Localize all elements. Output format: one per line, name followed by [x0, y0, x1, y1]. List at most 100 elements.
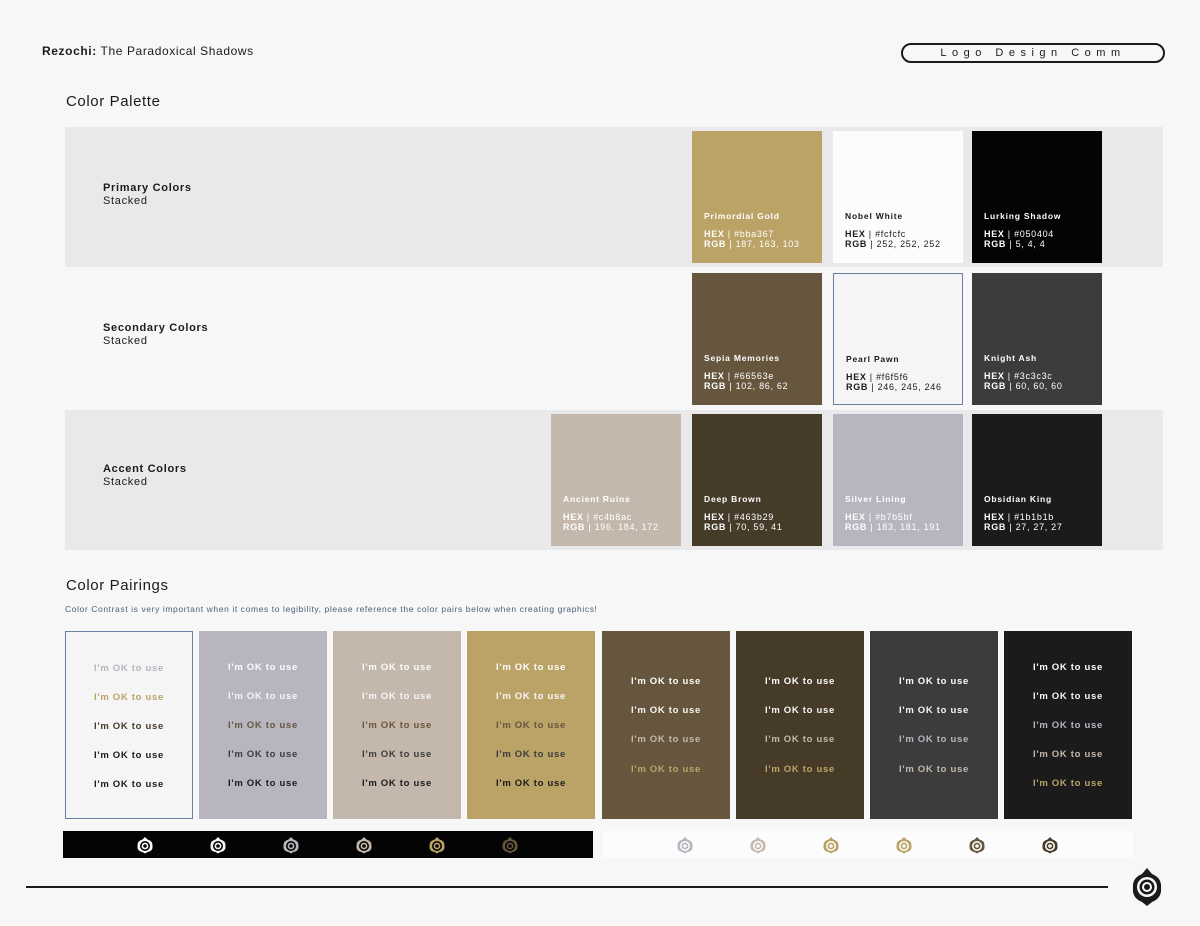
- swatch-hex: HEX | #b7b5bf: [845, 512, 913, 522]
- pairing-sample-text: I'm OK to use: [631, 705, 701, 716]
- pairing-sample-text: I'm OK to use: [631, 734, 701, 745]
- pairing-sample-text: I'm OK to use: [228, 749, 298, 760]
- logo-strip-light: [603, 831, 1133, 858]
- swatch-rgb: RGB | 187, 163, 103: [704, 239, 800, 249]
- pairing-column: I'm OK to use I'm OK to use I'm OK to use I…: [602, 631, 730, 819]
- primary-colors-title: Primary Colors: [103, 182, 192, 194]
- swatch-silver-lining: Silver Lining HEX | #b7b5bf RGB | 183, 1…: [833, 414, 963, 546]
- eye-logo-icon: [749, 836, 767, 854]
- swatch-nobel-white: Nobel White HEX | #fcfcfc RGB | 252, 252…: [833, 131, 963, 263]
- swatch-hex: HEX | #050404: [984, 229, 1055, 239]
- pairing-sample-text: I'm OK to use: [1033, 749, 1103, 760]
- eye-logo-icon: [676, 836, 694, 854]
- swatch-hex: HEX | #1b1b1b: [984, 512, 1055, 522]
- accent-colors-subtitle: Stacked: [103, 476, 148, 488]
- pairing-sample-text: I'm OK to use: [899, 734, 969, 745]
- pairing-sample-text: I'm OK to use: [1033, 720, 1103, 731]
- pairing-sample-text: I'm OK to use: [362, 720, 432, 731]
- pairing-sample-text: I'm OK to use: [899, 705, 969, 716]
- pairing-sample-text: I'm OK to use: [94, 663, 164, 674]
- pairing-sample-text: I'm OK to use: [94, 779, 164, 790]
- pairing-sample-text: I'm OK to use: [94, 750, 164, 761]
- header-pill-label: Logo Design Comm: [901, 43, 1165, 63]
- eye-logo-icon: [209, 836, 227, 854]
- swatch-rgb: RGB | 60, 60, 60: [984, 381, 1063, 391]
- swatch-name: Knight Ash: [984, 353, 1038, 363]
- pairing-sample-text: I'm OK to use: [765, 734, 835, 745]
- pairing-sample-text: I'm OK to use: [496, 720, 566, 731]
- swatch-obsidian-king: Obsidian King HEX | #1b1b1b RGB | 27, 27…: [972, 414, 1102, 546]
- color-palette-heading: Color Palette: [66, 93, 161, 110]
- secondary-colors-label: Secondary Colors Stacked: [103, 322, 208, 348]
- swatch-sepia-memories: Sepia Memories HEX | #66563e RGB | 102, …: [692, 273, 822, 405]
- pairing-sample-text: I'm OK to use: [94, 721, 164, 732]
- logo-strip-dark: [63, 831, 593, 858]
- eye-logo-icon: [136, 836, 154, 854]
- pairing-column: I'm OK to use I'm OK to use I'm OK to use I…: [65, 631, 193, 819]
- swatch-ancient-ruins: Ancient Ruins HEX | #c4b8ac RGB | 196, 1…: [551, 414, 681, 546]
- eye-logo-icon: [895, 836, 913, 854]
- eye-logo-icon: [1130, 866, 1164, 906]
- eye-logo-icon: [501, 836, 519, 854]
- footer-rule: [26, 886, 1108, 888]
- pairing-sample-text: I'm OK to use: [228, 691, 298, 702]
- pairing-column: I'm OK to use I'm OK to use I'm OK to use I…: [1004, 631, 1132, 819]
- accent-colors-label: Accent Colors Stacked: [103, 463, 187, 489]
- pairing-column: I'm OK to use I'm OK to use I'm OK to use I…: [199, 631, 327, 819]
- pairing-sample-text: I'm OK to use: [631, 764, 701, 775]
- pairing-sample-text: I'm OK to use: [765, 764, 835, 775]
- pairing-sample-text: I'm OK to use: [228, 720, 298, 731]
- pairing-column: I'm OK to use I'm OK to use I'm OK to use I…: [333, 631, 461, 819]
- swatch-rgb: RGB | 27, 27, 27: [984, 522, 1063, 532]
- pairing-column: I'm OK to use I'm OK to use I'm OK to use I…: [467, 631, 595, 819]
- pairing-sample-text: I'm OK to use: [496, 662, 566, 673]
- swatch-rgb: RGB | 196, 184, 172: [563, 522, 659, 532]
- swatch-name: Silver Lining: [845, 494, 907, 504]
- swatch-rgb: RGB | 246, 245, 246: [846, 382, 942, 392]
- swatch-rgb: RGB | 102, 86, 62: [704, 381, 789, 391]
- swatch-primordial-gold: Primordial Gold HEX | #bba367 RGB | 187,…: [692, 131, 822, 263]
- swatch-rgb: RGB | 183, 181, 191: [845, 522, 941, 532]
- swatch-hex: HEX | #3c3c3c: [984, 371, 1053, 381]
- swatch-name: Nobel White: [845, 211, 903, 221]
- swatch-knight-ash: Knight Ash HEX | #3c3c3c RGB | 60, 60, 6…: [972, 273, 1102, 405]
- brand-subtitle: The Paradoxical Shadows: [96, 44, 254, 58]
- eye-logo-icon: [822, 836, 840, 854]
- pairing-sample-text: I'm OK to use: [1033, 778, 1103, 789]
- swatch-name: Lurking Shadow: [984, 211, 1062, 221]
- pairing-sample-text: I'm OK to use: [94, 692, 164, 703]
- swatch-hex: HEX | #f6f5f6: [846, 372, 909, 382]
- swatch-rgb: RGB | 5, 4, 4: [984, 239, 1046, 249]
- swatch-hex: HEX | #c4b8ac: [563, 512, 632, 522]
- pairing-sample-text: I'm OK to use: [228, 662, 298, 673]
- pairing-sample-text: I'm OK to use: [765, 705, 835, 716]
- swatch-rgb: RGB | 70, 59, 41: [704, 522, 783, 532]
- swatch-name: Sepia Memories: [704, 353, 780, 363]
- swatch-pearl-pawn: Pearl Pawn HEX | #f6f5f6 RGB | 246, 245,…: [833, 273, 963, 405]
- accent-colors-title: Accent Colors: [103, 463, 187, 475]
- swatch-name: Primordial Gold: [704, 211, 780, 221]
- swatch-rgb: RGB | 252, 252, 252: [845, 239, 941, 249]
- swatch-lurking-shadow: Lurking Shadow HEX | #050404 RGB | 5, 4,…: [972, 131, 1102, 263]
- brand-name: Rezochi:: [42, 44, 97, 58]
- pairing-sample-text: I'm OK to use: [765, 676, 835, 687]
- secondary-colors-title: Secondary Colors: [103, 322, 209, 334]
- eye-logo-icon: [968, 836, 986, 854]
- swatch-hex: HEX | #bba367: [704, 229, 775, 239]
- pairing-sample-text: I'm OK to use: [899, 676, 969, 687]
- pairing-sample-text: I'm OK to use: [362, 778, 432, 789]
- pairing-sample-text: I'm OK to use: [631, 676, 701, 687]
- pairing-sample-text: I'm OK to use: [496, 691, 566, 702]
- swatch-name: Obsidian King: [984, 494, 1053, 504]
- eye-logo-icon: [355, 836, 373, 854]
- pairing-sample-text: I'm OK to use: [362, 662, 432, 673]
- pairing-column: I'm OK to use I'm OK to use I'm OK to use I…: [870, 631, 998, 819]
- pairing-sample-text: I'm OK to use: [1033, 691, 1103, 702]
- primary-colors-subtitle: Stacked: [103, 195, 148, 207]
- swatch-name: Pearl Pawn: [846, 354, 900, 364]
- pairing-sample-text: I'm OK to use: [899, 764, 969, 775]
- swatch-name: Deep Brown: [704, 494, 762, 504]
- eye-logo-icon: [282, 836, 300, 854]
- swatch-hex: HEX | #66563e: [704, 371, 775, 381]
- contrast-note: Color Contrast is very important when it…: [65, 604, 598, 614]
